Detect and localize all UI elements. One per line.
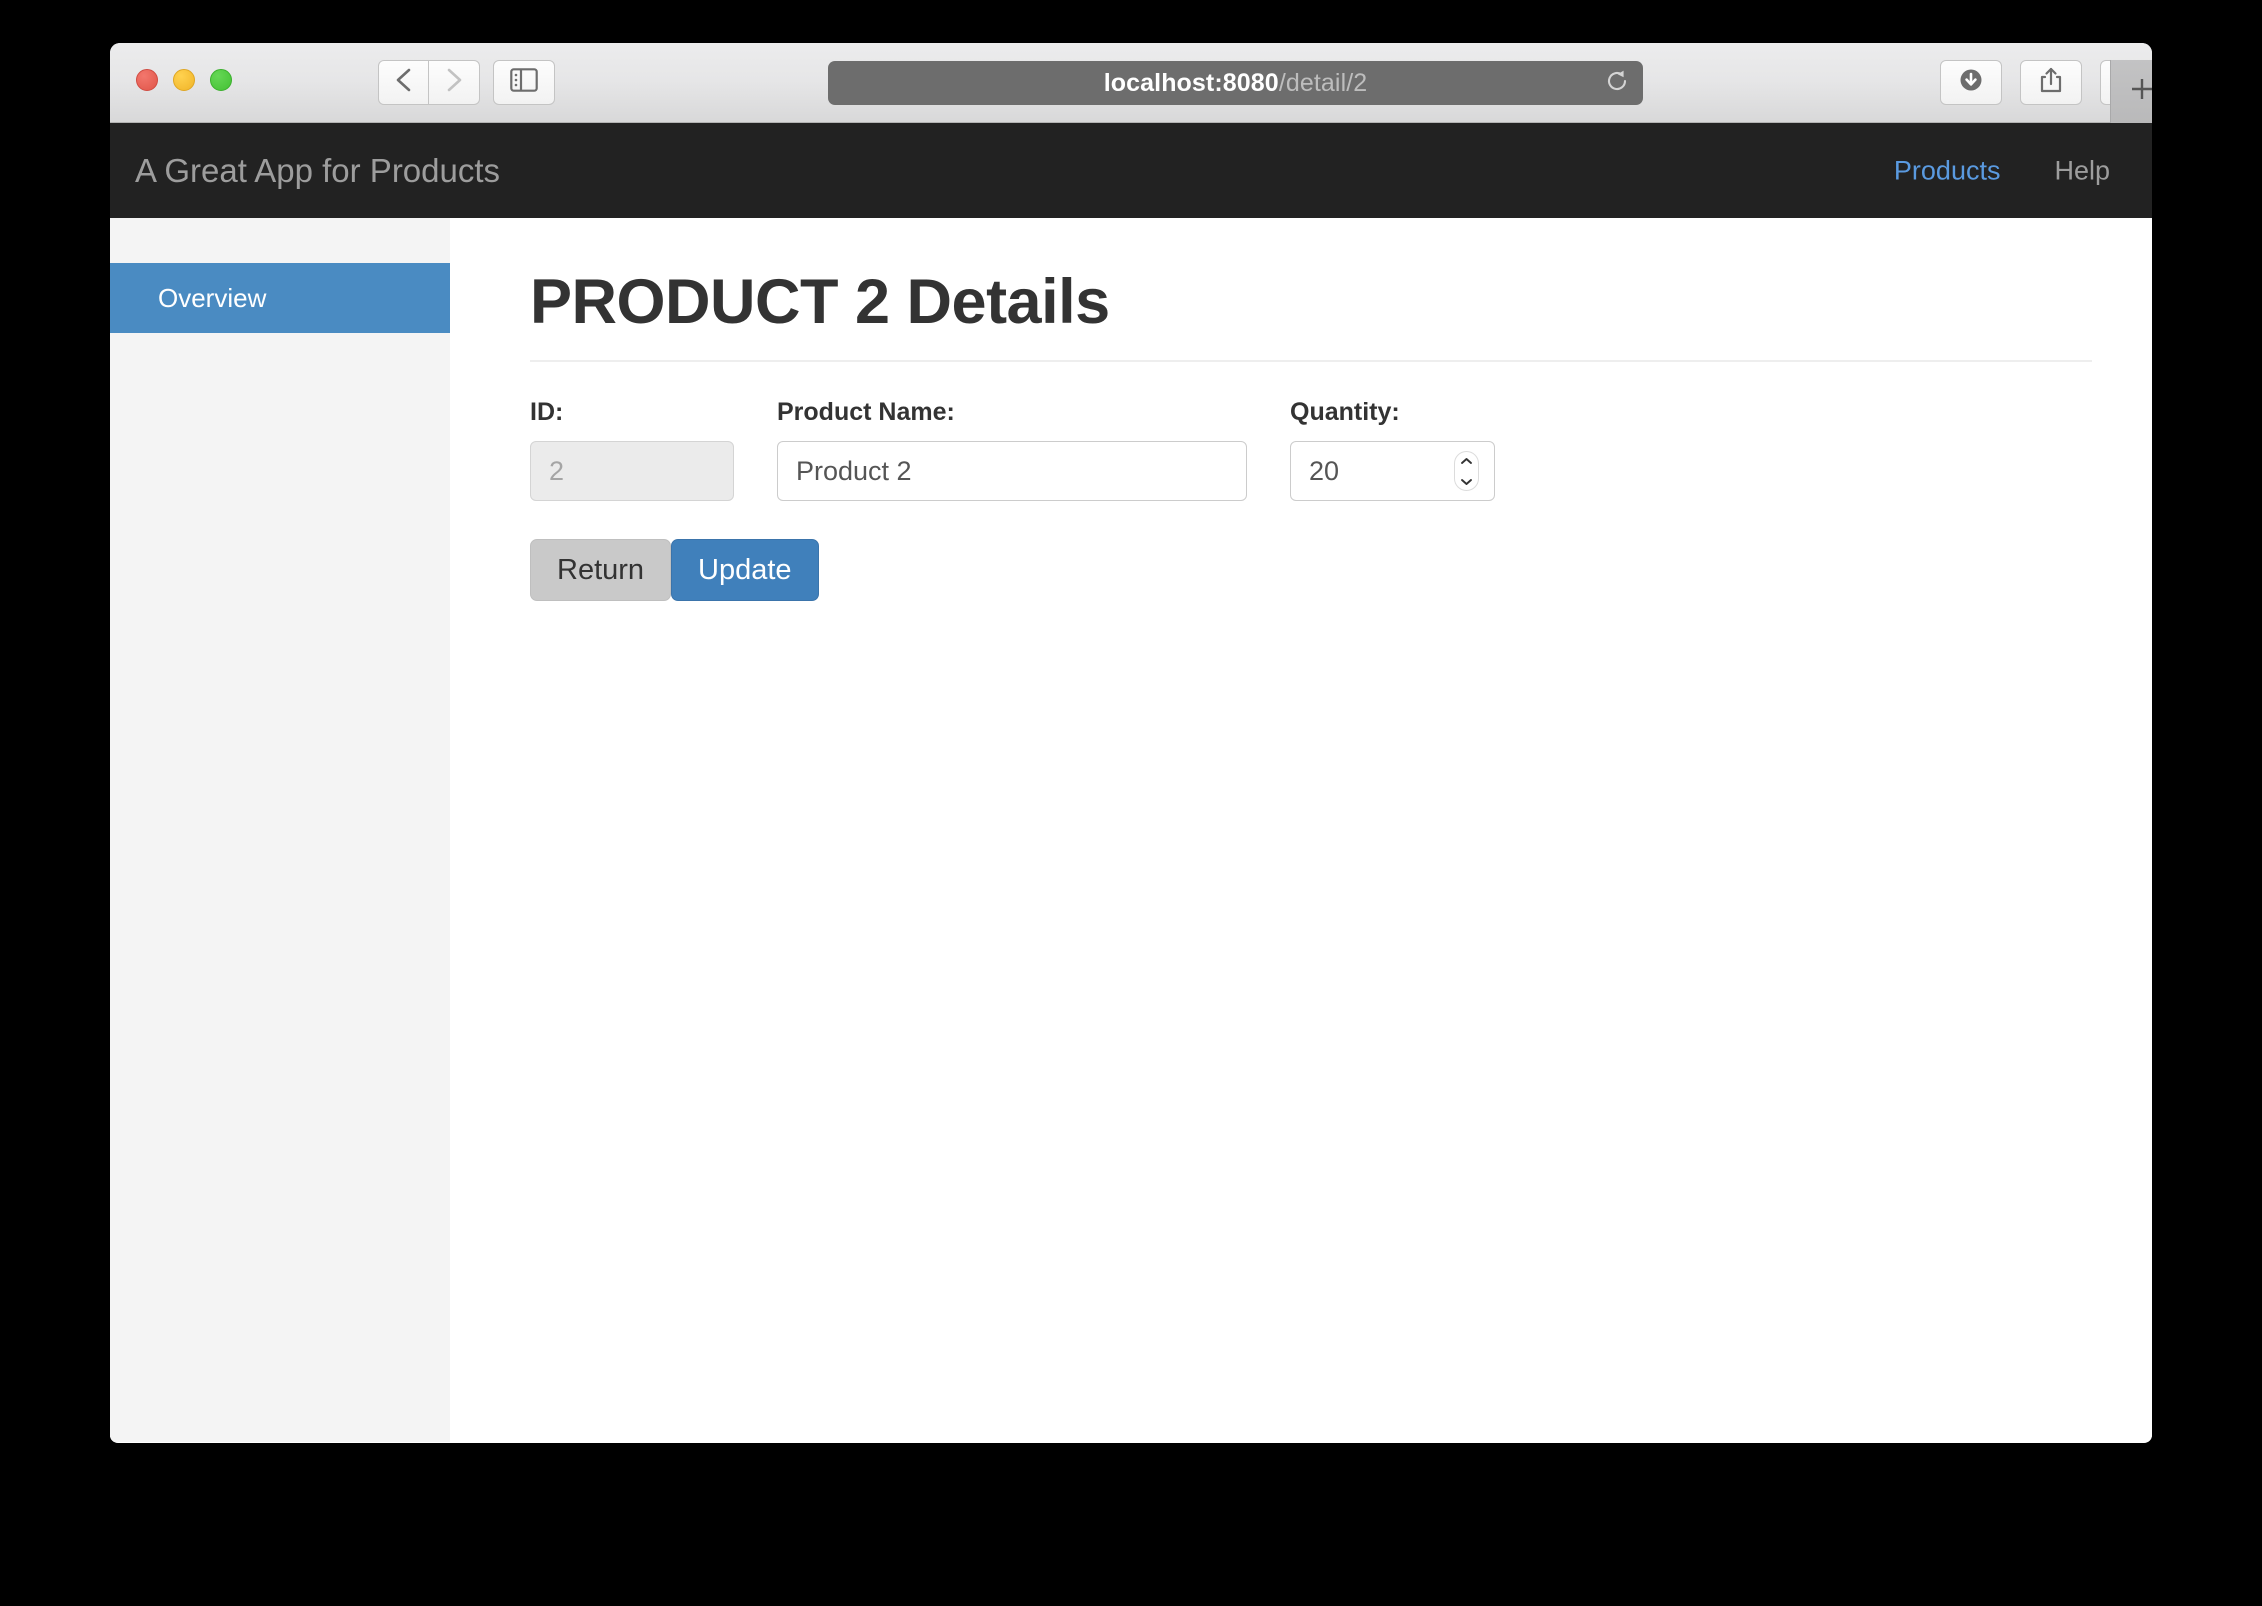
field-group-id: ID: xyxy=(530,398,734,501)
reload-button[interactable] xyxy=(1604,70,1630,96)
navbar-brand[interactable]: A Great App for Products xyxy=(135,152,500,190)
sidebar-toggle-wrapper xyxy=(493,60,555,105)
share-icon xyxy=(2039,66,2063,99)
page-title: PRODUCT 2 Details xyxy=(530,267,1110,337)
return-button[interactable]: Return xyxy=(530,539,672,601)
browser-toolbar: localhost:8080/detail/2 xyxy=(110,43,2152,123)
share-button[interactable] xyxy=(2020,60,2082,105)
nav-link-products[interactable]: Products xyxy=(1894,155,2001,186)
chevron-up-icon[interactable] xyxy=(1460,452,1473,470)
chevron-right-icon xyxy=(444,67,464,98)
navigation-buttons xyxy=(378,60,480,105)
url-host: localhost:8080 xyxy=(1103,68,1279,97)
main-content: PRODUCT 2 Details ID: Product Name: Quan… xyxy=(450,218,2152,1442)
quantity-stepper[interactable] xyxy=(1454,451,1479,491)
sidebar-item-label: Overview xyxy=(158,282,267,313)
back-button[interactable] xyxy=(378,60,429,105)
sidebar: Overview xyxy=(110,218,450,1442)
show-sidebar-button[interactable] xyxy=(493,60,555,105)
quantity-input-wrapper xyxy=(1290,441,1495,501)
product-form: ID: Product Name: Quantity: xyxy=(530,398,2092,501)
sidebar-icon xyxy=(510,68,538,97)
maximize-window-button[interactable] xyxy=(210,69,232,91)
id-field xyxy=(530,441,734,501)
nav-link-help[interactable]: Help xyxy=(2054,155,2110,186)
reload-icon xyxy=(1604,68,1630,99)
product-name-field[interactable] xyxy=(777,441,1247,501)
url-path: /detail/2 xyxy=(1278,68,1368,97)
address-bar[interactable]: localhost:8080/detail/2 xyxy=(828,61,1643,105)
chevron-left-icon xyxy=(394,67,414,98)
url-text: localhost:8080/detail/2 xyxy=(1104,69,1368,98)
form-actions: Return Update xyxy=(530,539,2092,601)
window-controls xyxy=(136,69,232,91)
close-window-button[interactable] xyxy=(136,69,158,91)
app-navbar: A Great App for Products Products Help xyxy=(110,123,2152,218)
quantity-label: Quantity: xyxy=(1290,398,1400,426)
field-group-product-name: Product Name: xyxy=(777,398,1247,501)
chevron-down-icon[interactable] xyxy=(1460,473,1473,491)
browser-window: localhost:8080/detail/2 A Great App for … xyxy=(110,43,2152,1443)
new-tab-button[interactable] xyxy=(2110,60,2152,123)
sidebar-item-overview[interactable]: Overview xyxy=(110,263,450,333)
plus-icon xyxy=(2127,74,2153,109)
download-icon xyxy=(1958,67,1984,98)
id-label: ID: xyxy=(530,398,564,426)
minimize-window-button[interactable] xyxy=(173,69,195,91)
navbar-links: Products Help xyxy=(1894,155,2110,186)
page-header: PRODUCT 2 Details xyxy=(530,266,2092,362)
product-name-label: Product Name: xyxy=(777,398,955,426)
page-body: Overview PRODUCT 2 Details ID: Product N… xyxy=(110,218,2152,1442)
forward-button[interactable] xyxy=(429,60,480,105)
downloads-button[interactable] xyxy=(1940,60,2002,105)
update-button[interactable]: Update xyxy=(671,539,819,601)
field-group-quantity: Quantity: xyxy=(1290,398,1495,501)
